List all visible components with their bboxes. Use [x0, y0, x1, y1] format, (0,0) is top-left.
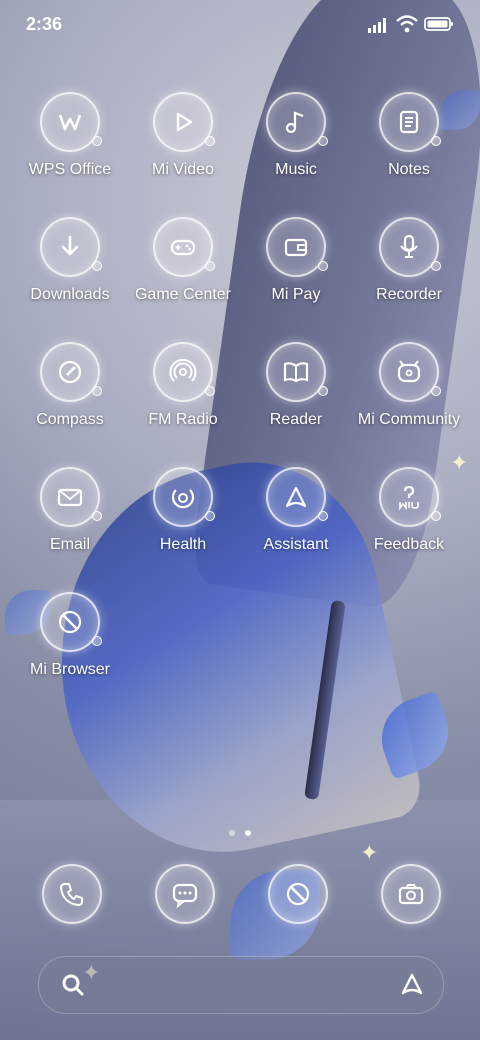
dock-phone[interactable] — [42, 864, 102, 924]
app-fm-radio[interactable]: FM Radio — [123, 342, 243, 429]
download-arrow-icon — [40, 217, 102, 277]
status-bar: 2:36 — [0, 0, 480, 50]
app-feedback[interactable]: Feedback — [349, 467, 469, 554]
app-label: WPS Office — [28, 161, 112, 178]
app-downloads[interactable]: Downloads — [10, 217, 130, 304]
sparkle-decoration: ✦ — [360, 840, 379, 865]
music-note-icon — [266, 92, 328, 152]
app-label: Recorder — [376, 286, 442, 303]
app-wps-office[interactable]: WPS Office — [10, 92, 130, 179]
search-icon[interactable] — [59, 971, 87, 999]
play-icon — [153, 92, 215, 152]
radio-icon — [153, 342, 215, 402]
app-label: Mi Pay — [271, 286, 321, 303]
app-label: Email — [49, 536, 90, 553]
app-email[interactable]: Email — [10, 467, 130, 554]
search-bar[interactable] — [38, 956, 444, 1014]
phone-icon — [42, 864, 102, 924]
wps-office-icon — [40, 92, 102, 152]
app-notes[interactable]: Notes — [349, 92, 469, 179]
cellular-signal-icon — [368, 18, 386, 33]
app-game-center[interactable]: Game Center — [123, 217, 243, 304]
wallet-icon — [266, 217, 328, 277]
app-assistant[interactable]: Assistant — [236, 467, 356, 554]
gamepad-icon — [153, 217, 215, 277]
app-label: Mi Video — [152, 161, 214, 178]
app-label: Assistant — [263, 536, 329, 553]
app-label: Notes — [388, 161, 430, 178]
app-label: Reader — [269, 411, 323, 428]
camera-icon — [381, 864, 441, 924]
battery-icon — [424, 17, 453, 31]
app-mi-community[interactable]: Mi Community — [349, 342, 469, 429]
app-reader[interactable]: Reader — [236, 342, 356, 429]
app-label: Music — [275, 161, 317, 178]
feedback-icon — [379, 467, 441, 527]
notes-icon — [379, 92, 441, 152]
browser-icon — [268, 864, 328, 924]
page-dot-active[interactable] — [245, 830, 251, 836]
app-label: Health — [159, 536, 207, 553]
dock-browser[interactable] — [268, 864, 328, 924]
status-time: 2:36 — [26, 14, 63, 34]
dock-messages[interactable] — [155, 864, 215, 924]
app-mi-video[interactable]: Mi Video — [123, 92, 243, 179]
app-compass[interactable]: Compass — [10, 342, 130, 429]
community-icon — [379, 342, 441, 402]
assistant-icon[interactable] — [397, 969, 427, 999]
app-label: Downloads — [30, 286, 110, 303]
app-label: FM Radio — [148, 411, 218, 428]
envelope-icon — [40, 467, 102, 527]
app-label: Game Center — [134, 286, 232, 303]
page-dot[interactable] — [229, 830, 235, 836]
app-mi-browser[interactable]: Mi Browser — [10, 592, 130, 679]
compass-icon — [40, 342, 102, 402]
app-label: Mi Browser — [29, 661, 110, 678]
wifi-icon — [396, 15, 418, 33]
app-label: Feedback — [373, 536, 445, 553]
app-music[interactable]: Music — [236, 92, 356, 179]
book-icon — [266, 342, 328, 402]
microphone-icon — [379, 217, 441, 277]
app-recorder[interactable]: Recorder — [349, 217, 469, 304]
chat-bubble-icon — [155, 864, 215, 924]
page-indicator — [216, 830, 264, 840]
home-screen: ✦ ✦ ✦ 2:36 WPS Office Mi Video Music Not… — [0, 0, 480, 1040]
dock-camera[interactable] — [381, 864, 441, 924]
app-health[interactable]: Health — [123, 467, 243, 554]
browser-icon — [40, 592, 102, 652]
app-mi-pay[interactable]: Mi Pay — [236, 217, 356, 304]
health-icon — [153, 467, 215, 527]
app-label: Compass — [36, 411, 104, 428]
assistant-icon — [266, 467, 328, 527]
app-label: Mi Community — [357, 411, 461, 428]
